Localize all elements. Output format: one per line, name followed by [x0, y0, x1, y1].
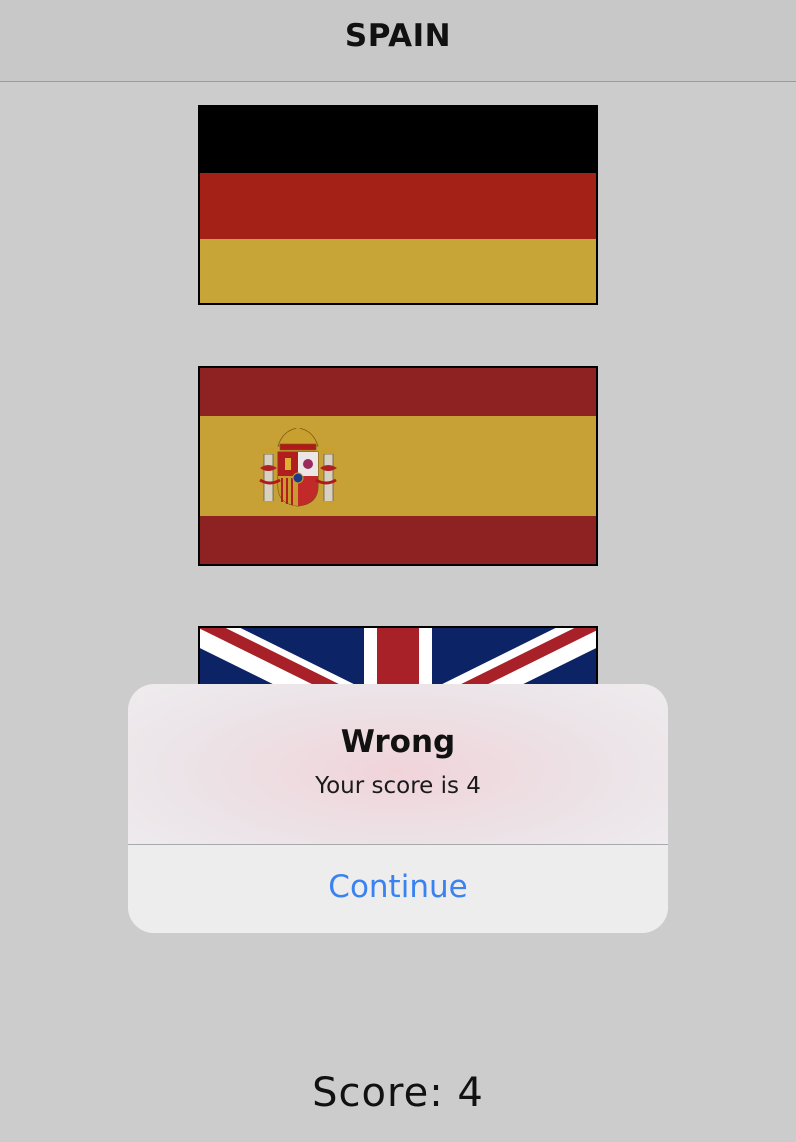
alert-backdrop	[0, 82, 796, 1142]
continue-button[interactable]: Continue	[128, 845, 668, 933]
navigation-bar: SPAIN	[0, 0, 796, 82]
result-alert-dialog: Wrong Your score is 4 Continue	[128, 684, 668, 933]
alert-message: Your score is 4	[315, 773, 481, 799]
continue-button-label: Continue	[328, 869, 468, 905]
score-label: Score: 4	[312, 1070, 484, 1116]
alert-title: Wrong	[340, 724, 456, 760]
country-title: SPAIN	[344, 18, 452, 54]
